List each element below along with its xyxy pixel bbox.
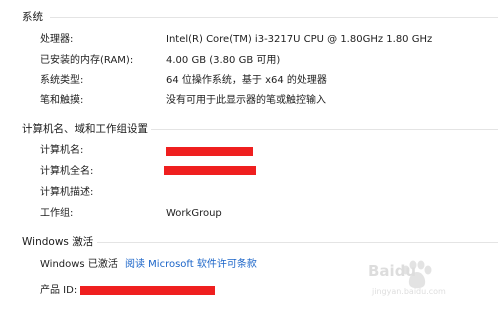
computer-description-label: 计算机描述: [40,187,94,198]
ram-label: 已安装的内存(RAM): [40,55,134,66]
section-divider [151,129,498,130]
section-title-system: 系统 [22,11,43,23]
ram-value: 4.00 GB (3.80 GB 可用) [166,55,281,66]
product-id-label: 产品 ID: [40,285,78,296]
processor-label: 处理器: [40,34,74,45]
section-title-activation: Windows 激活 [22,236,94,248]
workgroup-value: WorkGroup [166,208,222,219]
watermark-url: jingyan.baidu.com [372,287,446,296]
section-divider [97,242,498,243]
processor-value: Intel(R) Core(TM) i3-3217U CPU @ 1.80GHz… [166,34,433,45]
system-type-value: 64 位操作系统，基于 x64 的处理器 [166,75,327,86]
product-id-redaction [80,286,215,295]
watermark-brand: Baidu [368,262,417,280]
activation-status: Windows 已激活 [40,259,118,270]
workgroup-label: 工作组: [40,208,74,219]
baidu-watermark: Baidu jingyan.baidu.com [368,258,490,302]
computer-full-name-label: 计算机全名: [40,166,94,177]
section-title-computer: 计算机名、域和工作组设置 [22,123,148,135]
computer-name-label: 计算机名: [40,145,84,156]
system-type-label: 系统类型: [40,75,84,86]
pen-touch-label: 笔和触摸: [40,95,84,106]
pen-touch-value: 没有可用于此显示器的笔或触控输入 [166,95,326,106]
computer-name-redaction [166,147,253,156]
computer-full-name-redaction [164,166,256,175]
section-divider [50,17,498,18]
license-terms-link[interactable]: 阅读 Microsoft 软件许可条款 [125,258,257,272]
